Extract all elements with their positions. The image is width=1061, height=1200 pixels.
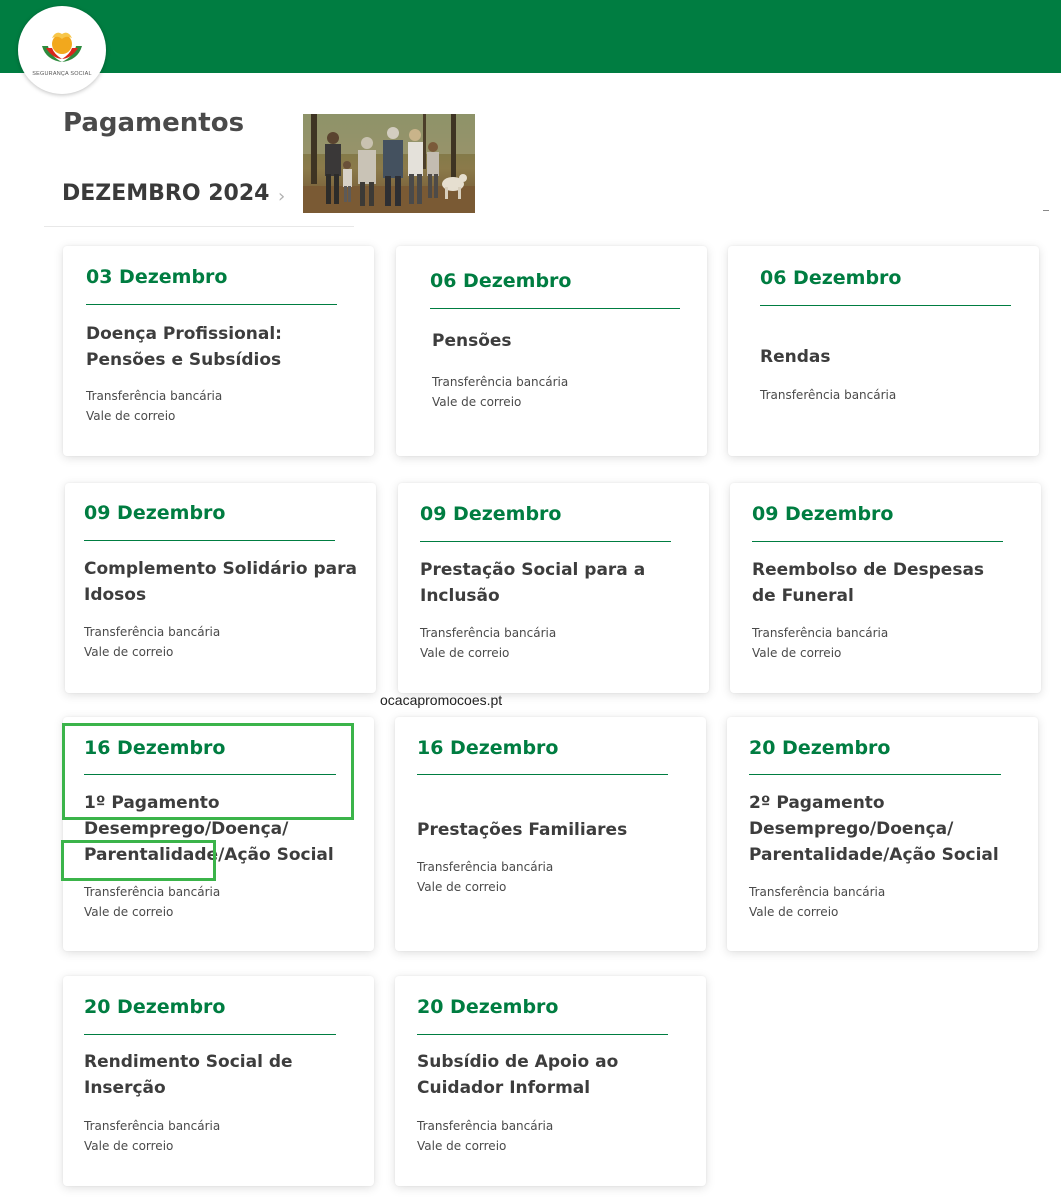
card-date: 16 Dezembro bbox=[417, 737, 559, 759]
payment-method-postal: Vale de correio bbox=[417, 880, 507, 894]
logo-text: SEGURANÇA SOCIAL bbox=[32, 71, 92, 77]
highlight-box-date bbox=[62, 723, 354, 820]
payment-method-postal: Vale de correio bbox=[84, 645, 174, 659]
card-rule bbox=[760, 305, 1011, 306]
payment-method-postal: Vale de correio bbox=[86, 409, 176, 423]
card-date: 03 Dezembro bbox=[86, 266, 228, 288]
card-rule bbox=[417, 1034, 668, 1035]
card-title: 2º Pagamento Desemprego/Doença/ Parental… bbox=[749, 793, 999, 865]
card-title: Pensões bbox=[432, 331, 512, 351]
chevron-right-icon[interactable]: › bbox=[278, 186, 285, 207]
payment-method-transfer: Transferência bancária bbox=[84, 1119, 221, 1133]
card-title: Prestação Social para a Inclusão bbox=[420, 560, 646, 606]
payment-method-transfer: Transferência bancária bbox=[760, 388, 897, 402]
card-rule bbox=[84, 1034, 336, 1035]
payment-method-postal: Vale de correio bbox=[420, 646, 510, 660]
card-rule bbox=[752, 541, 1003, 542]
card-rule bbox=[84, 540, 335, 541]
payment-card[interactable]: 06 Dezembro Rendas Transferência bancári… bbox=[728, 246, 1039, 456]
payment-method-transfer: Transferência bancária bbox=[752, 626, 889, 640]
payment-method-transfer: Transferência bancária bbox=[86, 389, 223, 403]
payment-method-postal: Vale de correio bbox=[432, 395, 522, 409]
card-title: Rendimento Social de Inserção bbox=[84, 1052, 293, 1098]
family-photo bbox=[303, 114, 475, 213]
payment-method-transfer: Transferência bancária bbox=[420, 626, 557, 640]
seguranca-social-logo[interactable]: SEGURANÇA SOCIAL bbox=[18, 6, 106, 94]
payment-card[interactable]: 09 Dezembro Complemento Solidário para I… bbox=[65, 483, 376, 693]
payment-method-transfer: Transferência bancária bbox=[749, 885, 886, 899]
payment-method-transfer: Transferência bancária bbox=[84, 885, 221, 899]
payment-card[interactable]: 20 Dezembro 2º Pagamento Desemprego/Doen… bbox=[727, 717, 1038, 951]
month-selector[interactable]: DEZEMBRO 2024 bbox=[62, 181, 269, 206]
card-rule bbox=[420, 541, 671, 542]
payment-card[interactable]: 09 Dezembro Prestação Social para a Incl… bbox=[398, 483, 709, 693]
payment-method-postal: Vale de correio bbox=[84, 1139, 174, 1153]
payment-card[interactable]: 09 Dezembro Reembolso de Despesas de Fun… bbox=[730, 483, 1041, 693]
card-date: 06 Dezembro bbox=[430, 270, 572, 292]
card-date: 20 Dezembro bbox=[417, 996, 559, 1018]
watermark-text: ocacapromocoes.pt bbox=[380, 692, 503, 708]
title-divider bbox=[44, 226, 354, 227]
payment-method-transfer: Transferência bancária bbox=[417, 860, 554, 874]
card-date: 20 Dezembro bbox=[84, 996, 226, 1018]
card-date: 09 Dezembro bbox=[420, 503, 562, 525]
payment-method-transfer: Transferência bancária bbox=[417, 1119, 554, 1133]
payment-card[interactable]: 20 Dezembro Subsídio de Apoio ao Cuidado… bbox=[395, 976, 706, 1186]
payment-method-transfer: Transferência bancária bbox=[84, 625, 221, 639]
card-date: 09 Dezembro bbox=[84, 502, 226, 524]
card-title: Subsídio de Apoio ao Cuidador Informal bbox=[417, 1052, 619, 1098]
payment-card[interactable]: 03 Dezembro Doença Profissional: Pensões… bbox=[63, 246, 374, 456]
card-rule bbox=[417, 774, 668, 775]
card-rule bbox=[749, 774, 1001, 775]
divider-dash bbox=[1043, 210, 1049, 211]
payment-method-postal: Vale de correio bbox=[752, 646, 842, 660]
payment-method-postal: Vale de correio bbox=[417, 1139, 507, 1153]
card-title: Rendas bbox=[760, 347, 831, 367]
card-date: 09 Dezembro bbox=[752, 503, 894, 525]
payment-method-postal: Vale de correio bbox=[749, 905, 839, 919]
card-title: Prestações Familiares bbox=[417, 820, 628, 840]
card-title: Complemento Solidário para Idosos bbox=[84, 559, 357, 605]
card-rule bbox=[430, 308, 680, 309]
payment-method-transfer: Transferência bancária bbox=[432, 375, 569, 389]
card-date: 20 Dezembro bbox=[749, 737, 891, 759]
sun-flower-logo-icon bbox=[42, 32, 82, 62]
highlight-box-parentalidade bbox=[61, 840, 216, 881]
payment-card[interactable]: 20 Dezembro Rendimento Social de Inserçã… bbox=[63, 976, 374, 1186]
payment-card[interactable]: 06 Dezembro Pensões Transferência bancár… bbox=[396, 246, 707, 456]
payment-card[interactable]: 16 Dezembro Prestações Familiares Transf… bbox=[395, 717, 706, 951]
card-rule bbox=[86, 304, 337, 305]
card-title: Reembolso de Despesas de Funeral bbox=[752, 560, 985, 606]
card-title: Doença Profissional: Pensões e Subsídios bbox=[86, 324, 282, 370]
top-header-bar bbox=[0, 0, 1061, 73]
card-date: 06 Dezembro bbox=[760, 267, 902, 289]
page-title: Pagamentos bbox=[63, 108, 245, 138]
payment-method-postal: Vale de correio bbox=[84, 905, 174, 919]
